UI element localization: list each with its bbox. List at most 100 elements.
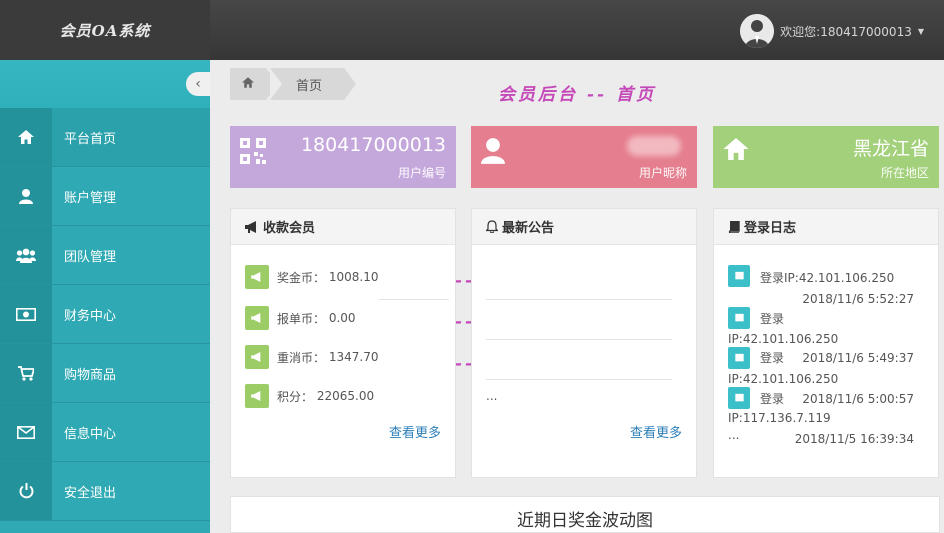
list-item: 重消币： 1347.70 bbox=[245, 345, 378, 369]
sidebar-item-finance[interactable]: 财务中心 bbox=[0, 285, 210, 344]
sidebar-item-label: 购物商品 bbox=[64, 367, 117, 383]
book-icon bbox=[728, 220, 740, 233]
members-more-link[interactable]: 查看更多 bbox=[389, 422, 441, 441]
home-icon bbox=[0, 108, 52, 166]
login-entry-ip: IP:117.136.7.119 bbox=[728, 411, 831, 425]
balance-value: 0.00 bbox=[328, 311, 356, 325]
sidebar: 会员OA系统 ‹ 平台首页 账户管理 团队管理 财务中心 购物商品 信息中心 安… bbox=[0, 0, 210, 533]
chevron-left-icon: ‹ bbox=[195, 76, 201, 92]
stat-card-region: 黑龙江省 所在地区 bbox=[713, 126, 939, 188]
book-icon bbox=[728, 387, 750, 409]
users-icon bbox=[0, 226, 52, 284]
chart-title: 近期日奖金波动图 bbox=[517, 511, 653, 531]
members-panel-header: 收款会员 bbox=[231, 209, 455, 245]
login-log-panel: 登录日志 登录IP:42.101.106.250 2018/11/6 5:52:… bbox=[713, 208, 939, 478]
login-entry-time: 2018/11/6 5:00:57 bbox=[802, 392, 914, 406]
user-icon bbox=[0, 167, 52, 225]
app-root: 会员OA系统 ‹ 平台首页 账户管理 团队管理 财务中心 购物商品 信息中心 安… bbox=[0, 0, 944, 533]
power-icon bbox=[0, 462, 52, 520]
sidebar-item-team[interactable]: 团队管理 bbox=[0, 226, 210, 285]
bullhorn-icon bbox=[245, 345, 269, 369]
welcome-text: 欢迎您:180417000013 bbox=[780, 24, 912, 39]
annotation-title: 会员后台 -- 首页 bbox=[498, 85, 656, 105]
balance-value: 22065.00 bbox=[316, 389, 375, 403]
balance-label: 奖金币： bbox=[277, 270, 326, 285]
notice-panel-header: 最新公告 bbox=[472, 209, 696, 245]
login-entry-time: 2018/11/6 5:49:37 bbox=[802, 351, 914, 365]
notice-panel-title: 最新公告 bbox=[502, 221, 555, 236]
sidebar-item-label: 平台首页 bbox=[64, 131, 117, 147]
login-entry-text: 登录 bbox=[760, 392, 785, 406]
bonus-chart-panel: 近期日奖金波动图 bbox=[230, 496, 940, 533]
login-entry-text: 登录 bbox=[760, 351, 785, 365]
user-icon bbox=[481, 138, 505, 168]
envelope-icon bbox=[0, 403, 52, 461]
stat-card-nickname: 用户昵称 bbox=[471, 126, 697, 188]
members-panel-title: 收款会员 bbox=[263, 221, 316, 236]
home-icon bbox=[723, 138, 749, 164]
list-item: 积分： 22065.00 bbox=[245, 384, 374, 408]
balance-value: 1008.10 bbox=[328, 270, 379, 284]
app-logo: 会员OA系统 bbox=[0, 0, 210, 60]
book-icon bbox=[728, 347, 750, 369]
divider bbox=[486, 299, 672, 300]
login-log-title: 登录日志 bbox=[744, 221, 797, 236]
sidebar-item-messages[interactable]: 信息中心 bbox=[0, 403, 210, 462]
region-label: 所在地区 bbox=[880, 166, 929, 180]
bullhorn-icon bbox=[245, 220, 259, 233]
sidebar-item-label: 团队管理 bbox=[64, 249, 117, 265]
sidebar-item-shop[interactable]: 购物商品 bbox=[0, 344, 210, 403]
login-entry-ip: IP:42.101.106.250 bbox=[728, 332, 839, 346]
bullhorn-icon bbox=[245, 306, 269, 330]
breadcrumb-current: 首页 bbox=[270, 68, 357, 100]
sidebar-item-label: 信息中心 bbox=[64, 426, 117, 442]
balance-label: 重消币： bbox=[277, 350, 326, 365]
sidebar-collapse-button[interactable]: ‹ bbox=[186, 72, 210, 96]
notice-more-link[interactable]: 查看更多 bbox=[630, 422, 682, 441]
list-item: 奖金币： 1008.10 bbox=[245, 265, 378, 289]
region-value: 黑龙江省 bbox=[852, 138, 929, 160]
user-menu[interactable]: 欢迎您:180417000013 ▼ bbox=[740, 14, 924, 48]
breadcrumb: 首页 bbox=[230, 68, 357, 100]
sidebar-item-home[interactable]: 平台首页 bbox=[0, 108, 210, 167]
login-entry-ip: IP:42.101.106.250 bbox=[728, 372, 839, 386]
sidebar-item-logout[interactable]: 安全退出 bbox=[0, 462, 210, 521]
list-item: 报单币： 0.00 bbox=[245, 306, 356, 330]
avatar bbox=[740, 14, 775, 48]
divider bbox=[486, 379, 672, 380]
book-icon bbox=[728, 307, 750, 329]
balance-label: 报单币： bbox=[277, 311, 326, 326]
top-bar: 欢迎您:180417000013 ▼ bbox=[210, 0, 944, 60]
balance-label: 积分： bbox=[277, 389, 314, 404]
qrcode-icon bbox=[240, 138, 266, 168]
bell-icon bbox=[486, 220, 498, 233]
notice-ellipsis: ... bbox=[486, 389, 498, 403]
notice-panel: 最新公告 ... 查看更多 bbox=[471, 208, 697, 478]
balance-value: 1347.70 bbox=[328, 350, 379, 364]
sidebar-item-label: 账户管理 bbox=[64, 190, 117, 206]
nickname-label: 用户昵称 bbox=[638, 166, 687, 180]
divider bbox=[379, 299, 449, 300]
cart-icon bbox=[0, 344, 52, 402]
divider bbox=[486, 339, 672, 340]
breadcrumb-home[interactable] bbox=[230, 68, 278, 100]
sidebar-collapse-row: ‹ bbox=[0, 60, 210, 108]
user-id-label: 用户编号 bbox=[397, 166, 446, 180]
login-entry-text: 登录IP:42.101.106.250 bbox=[760, 271, 895, 285]
login-ellipsis: ... bbox=[728, 428, 740, 442]
bullhorn-icon bbox=[245, 384, 269, 408]
sidebar-item-label: 财务中心 bbox=[64, 308, 117, 324]
money-icon bbox=[0, 285, 52, 343]
sidebar-item-account[interactable]: 账户管理 bbox=[0, 167, 210, 226]
stat-card-user-id: 180417000013 用户编号 bbox=[230, 126, 456, 188]
login-log-header: 登录日志 bbox=[714, 209, 938, 245]
login-entry-time: 2018/11/5 16:39:34 bbox=[794, 432, 914, 446]
book-icon bbox=[728, 265, 750, 287]
blurred-nickname bbox=[627, 136, 681, 156]
login-entry-time: 2018/11/6 5:52:27 bbox=[802, 292, 914, 306]
user-id-value: 180417000013 bbox=[300, 134, 446, 156]
home-icon bbox=[242, 76, 254, 92]
sidebar-item-label: 安全退出 bbox=[64, 485, 117, 501]
login-entry-text: 登录 bbox=[760, 312, 785, 326]
members-panel: 收款会员 奖金币： 1008.10 报单币： 0.00 重消币： 1347.70… bbox=[230, 208, 456, 478]
